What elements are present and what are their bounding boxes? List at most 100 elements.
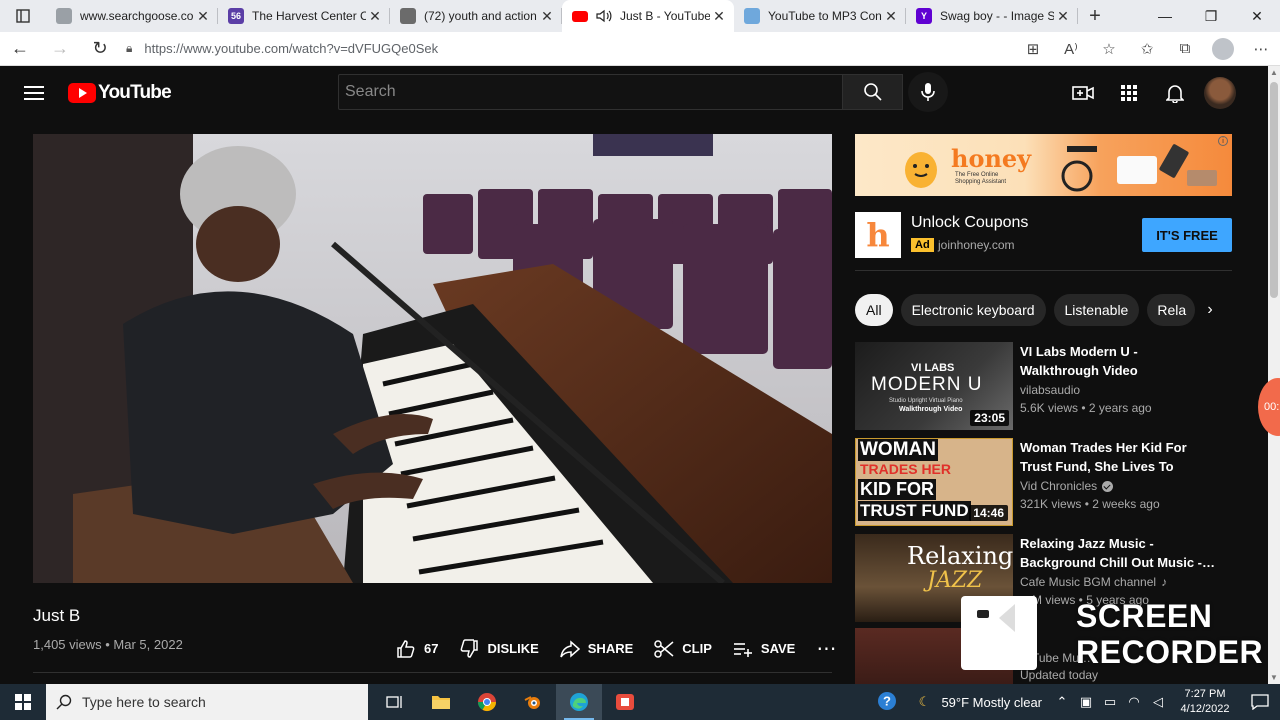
edge-button[interactable]	[556, 684, 602, 720]
close-icon[interactable]: ✕	[710, 8, 728, 25]
taskbar-search[interactable]: Type here to search	[46, 684, 368, 720]
search-button[interactable]	[843, 74, 903, 110]
browser-tab[interactable]: YouTube to MP3 Conv ✕	[734, 0, 906, 32]
collections-icon[interactable]: ⧉	[1166, 40, 1204, 57]
volume-icon[interactable]: ◁	[1146, 694, 1170, 710]
browser-tab[interactable]: 56 The Harvest Center CC ✕	[218, 0, 390, 32]
video-title[interactable]: Woman Trades Her Kid For Trust Fund, She…	[1020, 438, 1220, 476]
save-button[interactable]: SAVE	[733, 641, 795, 657]
apps-button[interactable]	[1106, 84, 1152, 102]
youtube-logo[interactable]: YouTube	[68, 82, 172, 104]
browser-tab[interactable]: www.searchgoose.com ✕	[46, 0, 218, 32]
ad-cta-button[interactable]: IT'S FREE	[1142, 218, 1232, 252]
dislike-label: DISLIKE	[487, 641, 539, 656]
more-actions-icon[interactable]: ⋯	[816, 636, 836, 661]
chip-related[interactable]: Rela	[1147, 294, 1196, 326]
close-icon[interactable]: ✕	[366, 8, 384, 25]
scroll-down-icon[interactable]: ▼	[1270, 673, 1278, 682]
thumbnail-text: Walkthrough Video	[899, 406, 963, 413]
close-window-icon[interactable]: ✕	[1234, 0, 1280, 32]
close-icon[interactable]: ✕	[1054, 8, 1072, 25]
chrome-button[interactable]	[464, 684, 510, 720]
help-icon[interactable]: ?	[867, 691, 907, 714]
file-explorer-button[interactable]	[418, 684, 464, 720]
close-icon[interactable]: ✕	[194, 8, 212, 25]
ad-title: Unlock Coupons	[911, 214, 1029, 231]
wifi-icon[interactable]: ◠	[1122, 694, 1146, 710]
clock[interactable]: 7:27 PM 4/12/2022	[1170, 687, 1240, 717]
screen-recorder-button[interactable]	[602, 684, 648, 720]
app-available-icon[interactable]: ⊞	[1014, 40, 1052, 58]
video-duration: 23:05	[970, 410, 1009, 426]
notifications-button[interactable]	[1152, 83, 1198, 103]
notifications-icon[interactable]	[1240, 694, 1280, 710]
browser-tab[interactable]: (72) youth and action ✕	[390, 0, 562, 32]
speaker-icon[interactable]	[596, 9, 614, 23]
page-scrollbar[interactable]: ▲ ▼	[1268, 66, 1280, 684]
channel-name[interactable]: vilabsaudio	[1020, 383, 1080, 397]
meet-now-icon[interactable]: ▣	[1074, 694, 1098, 710]
task-view-button[interactable]	[372, 684, 418, 720]
windows-logo-icon	[15, 694, 31, 710]
chevron-up-icon[interactable]: ⌃	[1050, 694, 1074, 710]
start-button[interactable]	[0, 684, 46, 720]
clip-button[interactable]: CLIP	[654, 639, 712, 659]
read-aloud-icon[interactable]: A⁾	[1052, 40, 1090, 58]
scrollbar-thumb[interactable]	[1270, 82, 1278, 298]
chip-listenable[interactable]: Listenable	[1053, 294, 1140, 326]
video-thumbnail[interactable]: VI LABS MODERN U Studio Upright Virtual …	[855, 342, 1013, 430]
favorites-icon[interactable]: ✩	[1128, 40, 1166, 58]
add-favorite-icon[interactable]: ☆	[1090, 40, 1128, 58]
site-icon	[400, 8, 416, 24]
apps-grid-icon	[1121, 85, 1137, 101]
voice-search-button[interactable]	[908, 72, 948, 112]
share-button[interactable]: SHARE	[560, 639, 633, 658]
close-icon[interactable]: ✕	[538, 8, 556, 25]
address-bar: ← → ↻ 🔒︎ https://www.youtube.com/watch?v…	[0, 32, 1280, 66]
chevron-right-icon[interactable]: ›	[1198, 294, 1222, 326]
filter-chips: All Electronic keyboard Listenable Rela	[855, 294, 1225, 326]
refresh-button[interactable]: ↻	[80, 38, 120, 59]
recommended-video[interactable]: WOMAN TRADES HER KID FOR TRUST FUND 14:4…	[855, 438, 1255, 526]
forward-button[interactable]: →	[40, 38, 80, 59]
account-avatar[interactable]	[1204, 77, 1236, 109]
close-icon[interactable]: ✕	[882, 8, 900, 25]
minimize-icon[interactable]: —	[1142, 0, 1188, 32]
video-thumbnail[interactable]: WOMAN TRADES HER KID FOR TRUST FUND 14:4…	[855, 438, 1013, 526]
ad-banner-image[interactable]: honey The Free Online Shopping Assistant…	[855, 134, 1232, 196]
like-button[interactable]: 67	[396, 639, 438, 659]
url-field[interactable]: 🔒︎ https://www.youtube.com/watch?v=dVFUG…	[126, 41, 946, 56]
new-tab-button[interactable]: +	[1078, 0, 1112, 32]
chip-all[interactable]: All	[855, 294, 893, 326]
channel-name-text: vilabsaudio	[1020, 383, 1081, 397]
video-title[interactable]: Relaxing Jazz Music - Background Chill O…	[1020, 534, 1220, 572]
tab-actions-button[interactable]	[0, 0, 46, 32]
video-player[interactable]	[33, 134, 832, 583]
recommended-video[interactable]: VI LABS MODERN U Studio Upright Virtual …	[855, 342, 1255, 430]
create-button[interactable]	[1060, 85, 1106, 101]
ad-card[interactable]: h Unlock Coupons Ad joinhoney.com IT'S F…	[855, 212, 1232, 258]
back-button[interactable]: ←	[0, 38, 40, 59]
channel-name[interactable]: Cafe Music BGM channel ♪	[1020, 575, 1167, 589]
scroll-up-icon[interactable]: ▲	[1270, 68, 1278, 77]
browser-tab[interactable]: Y Swag boy - - Image Se ✕	[906, 0, 1078, 32]
network-icon[interactable]: ▭	[1098, 694, 1122, 710]
channel-name[interactable]: Vid Chronicles	[1020, 479, 1114, 493]
settings-more-icon[interactable]: ⋯	[1242, 40, 1280, 58]
browser-tab-active[interactable]: Just B - YouTube ✕	[562, 0, 734, 32]
video-title[interactable]: VI Labs Modern U - Walkthrough Video	[1020, 342, 1220, 380]
microphone-icon	[921, 83, 935, 101]
ad-badge: Ad	[911, 238, 934, 252]
menu-icon[interactable]	[24, 86, 44, 100]
taskbar-search-placeholder: Type here to search	[82, 694, 206, 710]
dislike-button[interactable]: DISLIKE	[459, 638, 539, 659]
weather-text[interactable]: 59°F Mostly clear	[941, 695, 1042, 710]
chip-electronic-keyboard[interactable]: Electronic keyboard	[900, 294, 1046, 326]
ad-info-icon[interactable]: i	[1218, 136, 1228, 146]
restore-icon[interactable]: ❐	[1188, 0, 1234, 32]
search-input[interactable]	[338, 74, 843, 110]
blender-button[interactable]	[510, 684, 556, 720]
search-box	[338, 74, 903, 110]
video-stats: Updated today	[1020, 668, 1099, 682]
profile-avatar[interactable]	[1212, 37, 1234, 60]
